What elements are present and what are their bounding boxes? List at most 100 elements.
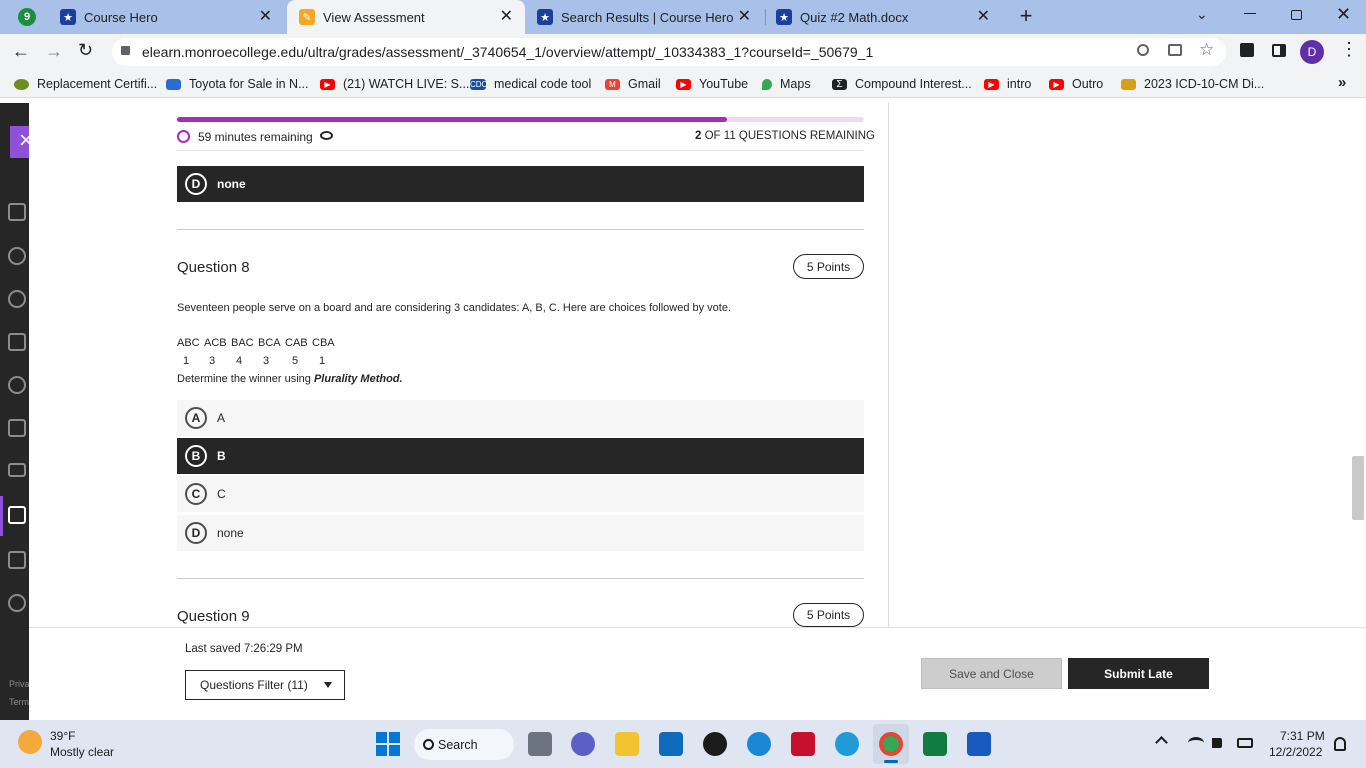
address-bar[interactable]: elearn.monroecollege.edu/ultra/grades/as… xyxy=(112,38,1226,66)
page-scrollbar[interactable] xyxy=(1350,103,1366,627)
excel-icon[interactable] xyxy=(923,732,947,756)
close-tab-icon[interactable]: ✕ xyxy=(500,9,513,25)
option-a[interactable]: A A xyxy=(177,400,864,436)
profile-icon[interactable] xyxy=(8,247,26,265)
side-panel-icon[interactable] xyxy=(1272,44,1286,57)
institution-icon[interactable] xyxy=(8,203,26,221)
option-text: C xyxy=(217,487,226,501)
grades-nav-active-marker xyxy=(0,496,3,536)
prev-option-d[interactable]: D none xyxy=(177,166,864,202)
notifications-icon[interactable] xyxy=(1334,737,1346,751)
tab-search-results[interactable]: ★ Search Results | Course Hero ✕ xyxy=(527,0,763,34)
close-tab-icon[interactable]: ✕ xyxy=(977,9,990,25)
clock-date[interactable]: 12/2/2022 xyxy=(1269,745,1322,759)
messages-icon[interactable] xyxy=(8,463,26,477)
youtube-icon: ▶ xyxy=(676,78,691,90)
mcafee-icon[interactable] xyxy=(791,732,815,756)
option-b[interactable]: B B xyxy=(177,438,864,474)
option-d[interactable]: D none xyxy=(177,515,864,551)
tab-search-chevron-down-icon[interactable]: ⌄ xyxy=(1196,6,1208,23)
back-arrow-icon[interactable]: ← xyxy=(12,41,30,62)
weather-moon-icon[interactable] xyxy=(18,730,42,754)
save-and-close-button[interactable]: Save and Close xyxy=(921,658,1062,689)
bookmark-label: 2023 ICD-10-CM Di... xyxy=(1144,77,1265,91)
questions-filter-select[interactable]: Questions Filter (11) xyxy=(185,670,345,700)
cdc-icon: CDC xyxy=(470,78,488,90)
scrollbar-thumb[interactable] xyxy=(1352,456,1364,520)
wifi-icon[interactable] xyxy=(1188,737,1204,749)
courses-icon[interactable] xyxy=(8,333,26,351)
more-bookmarks-chevron-icon[interactable]: » xyxy=(1338,74,1346,91)
clock-time[interactable]: 7:31 PM xyxy=(1280,729,1325,743)
dell-icon[interactable] xyxy=(703,732,727,756)
option-letter-badge: B xyxy=(185,445,207,467)
sign-out-icon[interactable] xyxy=(8,594,26,612)
bookmark-outro[interactable]: ▶ Outro xyxy=(1049,75,1103,93)
tab-course-hero[interactable]: ★ Course Hero ✕ xyxy=(48,0,284,34)
bookmark-medical-code[interactable]: CDC medical code tool xyxy=(470,75,591,93)
windows-start-icon[interactable] xyxy=(376,732,400,756)
hide-timer-eye-icon[interactable] xyxy=(320,131,333,140)
bookmark-label: Compound Interest... xyxy=(855,77,972,91)
volume-icon[interactable] xyxy=(1212,738,1222,748)
bookmark-watch-live[interactable]: ▶ (21) WATCH LIVE: S... xyxy=(320,75,469,93)
teams-chat-icon[interactable] xyxy=(571,732,595,756)
bookmark-toyota[interactable]: Toyota for Sale in N... xyxy=(166,75,309,93)
tab-label: Search Results | Course Hero xyxy=(561,9,734,25)
share-icon[interactable] xyxy=(1168,44,1182,56)
privacy-link[interactable]: Priva xyxy=(9,679,30,689)
terms-link[interactable]: Term xyxy=(9,697,29,707)
close-tab-icon[interactable]: ✕ xyxy=(259,9,272,25)
bookmark-replacement[interactable]: Replacement Certifi... xyxy=(14,75,157,93)
close-tab-icon[interactable]: ✕ xyxy=(738,9,751,25)
weather-temp[interactable]: 39°F xyxy=(50,729,75,743)
new-tab-button[interactable]: + xyxy=(1014,4,1038,28)
bookmark-label: (21) WATCH LIVE: S... xyxy=(343,77,470,91)
bookmark-compound-interest[interactable]: Σ Compound Interest... xyxy=(832,75,972,93)
reload-icon[interactable]: ↻ xyxy=(78,40,93,61)
submit-late-button[interactable]: Submit Late xyxy=(1068,658,1209,689)
question-9-title: Question 9 xyxy=(177,608,250,625)
extensions-puzzle-icon[interactable] xyxy=(1240,43,1254,57)
bookmark-label: Replacement Certifi... xyxy=(37,77,158,91)
tools-icon[interactable] xyxy=(8,551,26,569)
calendar-icon[interactable] xyxy=(8,419,26,437)
zoom-icon[interactable] xyxy=(1137,44,1149,56)
tab-group-icon[interactable]: 9 xyxy=(18,8,36,26)
bookmark-icd10[interactable]: 2023 ICD-10-CM Di... xyxy=(1121,75,1264,93)
browser-menu-icon[interactable]: ⋮ xyxy=(1340,39,1358,60)
tab-quiz-docx[interactable]: ★ Quiz #2 Math.docx ✕ xyxy=(766,0,1002,34)
weather-desc[interactable]: Mostly clear xyxy=(50,745,114,759)
file-explorer-icon[interactable] xyxy=(615,732,639,756)
bookmark-youtube[interactable]: ▶ YouTube xyxy=(676,75,748,93)
vote-table-header-3: BCA xyxy=(258,337,281,349)
close-window-icon[interactable]: ✕ xyxy=(1336,4,1351,25)
dropdown-triangle-icon xyxy=(324,682,332,688)
tab-view-assessment[interactable]: ✎ View Assessment ✕ xyxy=(287,0,525,34)
globe-icon[interactable] xyxy=(8,290,26,308)
vote-table-value-1: 3 xyxy=(209,355,216,367)
edge-icon[interactable] xyxy=(835,732,859,756)
help-icon[interactable] xyxy=(747,732,771,756)
task-view-icon[interactable] xyxy=(528,732,552,756)
battery-icon[interactable] xyxy=(1237,738,1253,748)
restore-window-icon[interactable] xyxy=(1291,10,1302,20)
taskbar-search-box[interactable]: Search xyxy=(414,729,514,760)
microsoft-store-icon[interactable] xyxy=(659,732,683,756)
bookmark-star-icon[interactable]: ☆ xyxy=(1199,40,1214,60)
assessment-favicon-icon: ✎ xyxy=(299,9,315,25)
lock-icon[interactable] xyxy=(121,46,130,55)
minimize-window-icon[interactable] xyxy=(1244,13,1256,14)
word-icon[interactable] xyxy=(967,732,991,756)
bookmark-intro[interactable]: ▶ intro xyxy=(984,75,1031,93)
question-9-points-badge: 5 Points xyxy=(793,603,864,627)
bookmark-gmail[interactable]: M Gmail xyxy=(605,75,661,93)
bookmark-maps[interactable]: Maps xyxy=(762,75,811,93)
grades-icon[interactable] xyxy=(8,506,26,524)
profile-avatar[interactable]: D xyxy=(1300,40,1324,64)
forward-arrow-icon[interactable]: → xyxy=(45,41,63,62)
organizations-icon[interactable] xyxy=(8,376,26,394)
course-hero-favicon-icon: ★ xyxy=(776,9,792,25)
chrome-icon[interactable] xyxy=(879,732,903,756)
option-c[interactable]: C C xyxy=(177,476,864,512)
